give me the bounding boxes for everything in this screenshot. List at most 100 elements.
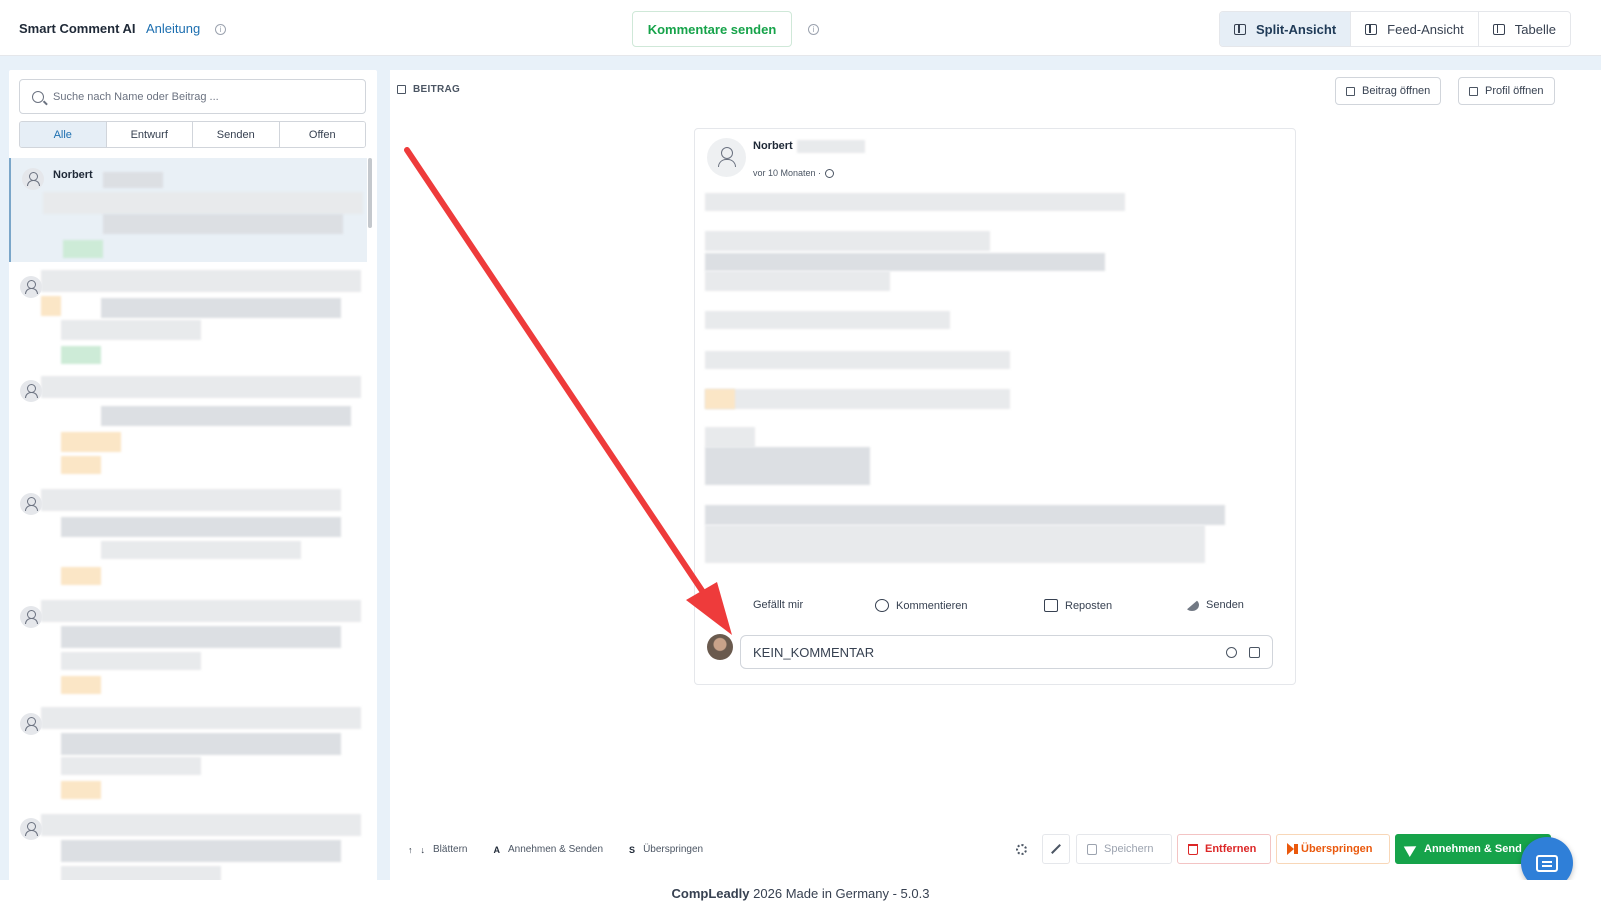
skip-button[interactable]: Überspringen <box>1276 834 1390 864</box>
wand-icon <box>1051 844 1061 854</box>
repost-button[interactable]: Reposten <box>1044 599 1112 612</box>
own-avatar <box>707 634 733 660</box>
list-item[interactable] <box>9 266 367 366</box>
view-switcher: Split-Ansicht Feed-Ansicht Tabelle <box>1219 11 1571 47</box>
post-icon <box>397 85 406 94</box>
settings-button[interactable] <box>1007 834 1035 864</box>
shortcut-skip-label: Überspringen <box>643 844 704 855</box>
user-avatar-icon <box>20 380 42 402</box>
tab-table-view[interactable]: Tabelle <box>1478 12 1570 46</box>
filter-send[interactable]: Senden <box>193 122 280 147</box>
list-item-name: Norbert <box>53 169 93 181</box>
search-box[interactable] <box>19 79 366 114</box>
chat-icon <box>1536 854 1558 872</box>
send-label: Senden <box>1206 599 1244 611</box>
paper-plane-icon <box>1403 841 1420 857</box>
user-avatar-icon <box>20 276 42 298</box>
list-item[interactable]: Norbert <box>9 158 367 262</box>
gear-icon <box>1015 843 1027 855</box>
save-button[interactable]: Speichern <box>1076 834 1172 864</box>
down-key: ↓ <box>420 844 426 855</box>
share-send-button[interactable]: Senden <box>1185 599 1244 611</box>
search-input[interactable] <box>53 90 343 103</box>
status-filter: Alle Entwurf Senden Offen <box>19 121 366 148</box>
filter-all[interactable]: Alle <box>20 122 107 147</box>
fast-forward-icon <box>1287 843 1294 855</box>
tab-label: Split-Ansicht <box>1256 21 1337 37</box>
open-profile-button[interactable]: Profil öffnen <box>1458 77 1555 105</box>
post-section-header: BEITRAG <box>397 84 460 95</box>
post-icon <box>1346 86 1355 96</box>
like-label: Gefällt mir <box>753 599 804 611</box>
up-key: ↑ <box>408 844 413 855</box>
shortcut-browse-label: Blättern <box>433 844 468 855</box>
send-icon <box>1185 599 1199 611</box>
user-avatar-icon <box>20 818 42 840</box>
filter-draft[interactable]: Entwurf <box>106 122 193 147</box>
post-section-label: BEITRAG <box>413 84 461 95</box>
post-time: vor 10 Monaten · <box>753 168 835 178</box>
footer-brand: CompLeadly <box>671 886 750 901</box>
table-view-icon <box>1492 23 1505 35</box>
list-scrollbar[interactable] <box>368 158 372 228</box>
comment-input[interactable]: KEIN_KOMMENTAR <box>740 635 1273 669</box>
skip-key: S <box>629 844 636 855</box>
send-comments-button[interactable]: Kommentare senden <box>632 11 792 47</box>
search-icon <box>32 90 44 103</box>
split-view-icon <box>1234 23 1246 35</box>
magic-wand-button[interactable] <box>1042 834 1070 864</box>
footer-text: 2026 Made in Germany - 5.0.3 <box>753 886 930 901</box>
tab-label: Feed-Ansicht <box>1387 21 1464 37</box>
user-avatar-icon <box>20 713 42 735</box>
skip-label: Überspringen <box>1301 843 1373 855</box>
save-icon <box>1087 843 1097 855</box>
user-avatar-icon <box>20 606 42 628</box>
open-profile-label: Profil öffnen <box>1485 85 1544 97</box>
post-time-label: vor 10 Monaten · <box>753 168 822 178</box>
app-brand: Smart Comment AI <box>19 21 136 36</box>
post-card: Norbert vor 10 Monaten · Gefällt mir Kom… <box>694 128 1296 685</box>
trash-icon <box>1188 843 1198 855</box>
accept-key: A <box>493 844 500 855</box>
author-avatar-icon <box>707 138 746 177</box>
remove-button[interactable]: Entfernen <box>1177 834 1271 864</box>
list-item[interactable] <box>9 483 367 593</box>
open-post-label: Beitrag öffnen <box>1362 85 1431 97</box>
list-item[interactable] <box>9 703 367 803</box>
list-item[interactable] <box>9 808 367 890</box>
comment-label: Kommentieren <box>896 599 968 612</box>
post-detail-panel: BEITRAG Beitrag öffnen Profil öffnen Nor… <box>390 70 1601 890</box>
profile-icon <box>1469 86 1478 96</box>
repost-icon <box>1044 599 1058 612</box>
globe-icon <box>825 168 835 178</box>
comment-button[interactable]: Kommentieren <box>875 599 968 612</box>
user-avatar-icon <box>22 168 44 190</box>
repost-label: Reposten <box>1065 599 1113 612</box>
tab-label: Tabelle <box>1514 21 1556 37</box>
list-item[interactable] <box>9 596 367 700</box>
image-icon[interactable] <box>1249 646 1260 658</box>
filter-open[interactable]: Offen <box>279 122 365 147</box>
like-button[interactable]: Gefällt mir <box>753 599 803 611</box>
accept-send-label: Annehmen & Send <box>1424 843 1522 855</box>
post-list-panel: Alle Entwurf Senden Offen Norbert <box>9 70 377 890</box>
shortcut-accept-label: Annehmen & Senden <box>507 844 604 855</box>
save-label: Speichern <box>1104 843 1154 855</box>
remove-label: Entfernen <box>1205 843 1257 855</box>
tab-feed-view[interactable]: Feed-Ansicht <box>1351 12 1479 46</box>
comment-icon <box>875 599 889 612</box>
user-avatar-icon <box>20 493 42 515</box>
list-item[interactable] <box>9 370 367 480</box>
info-icon[interactable]: i <box>808 24 819 35</box>
post-list: Norbert <box>9 158 367 890</box>
tab-split-view[interactable]: Split-Ansicht <box>1220 12 1352 46</box>
footer: CompLeadly 2026 Made in Germany - 5.0.3 <box>0 880 1601 919</box>
keyboard-shortcuts: ↑ ↓ Blättern A Annehmen & Senden S Übers… <box>408 844 703 855</box>
guide-link[interactable]: Anleitung <box>146 21 200 36</box>
info-icon[interactable]: i <box>215 24 226 35</box>
feed-view-icon <box>1365 23 1378 35</box>
open-post-button[interactable]: Beitrag öffnen <box>1335 77 1442 105</box>
comment-value: KEIN_KOMMENTAR <box>753 644 875 660</box>
post-author[interactable]: Norbert <box>753 140 793 152</box>
emoji-icon[interactable] <box>1226 646 1237 658</box>
